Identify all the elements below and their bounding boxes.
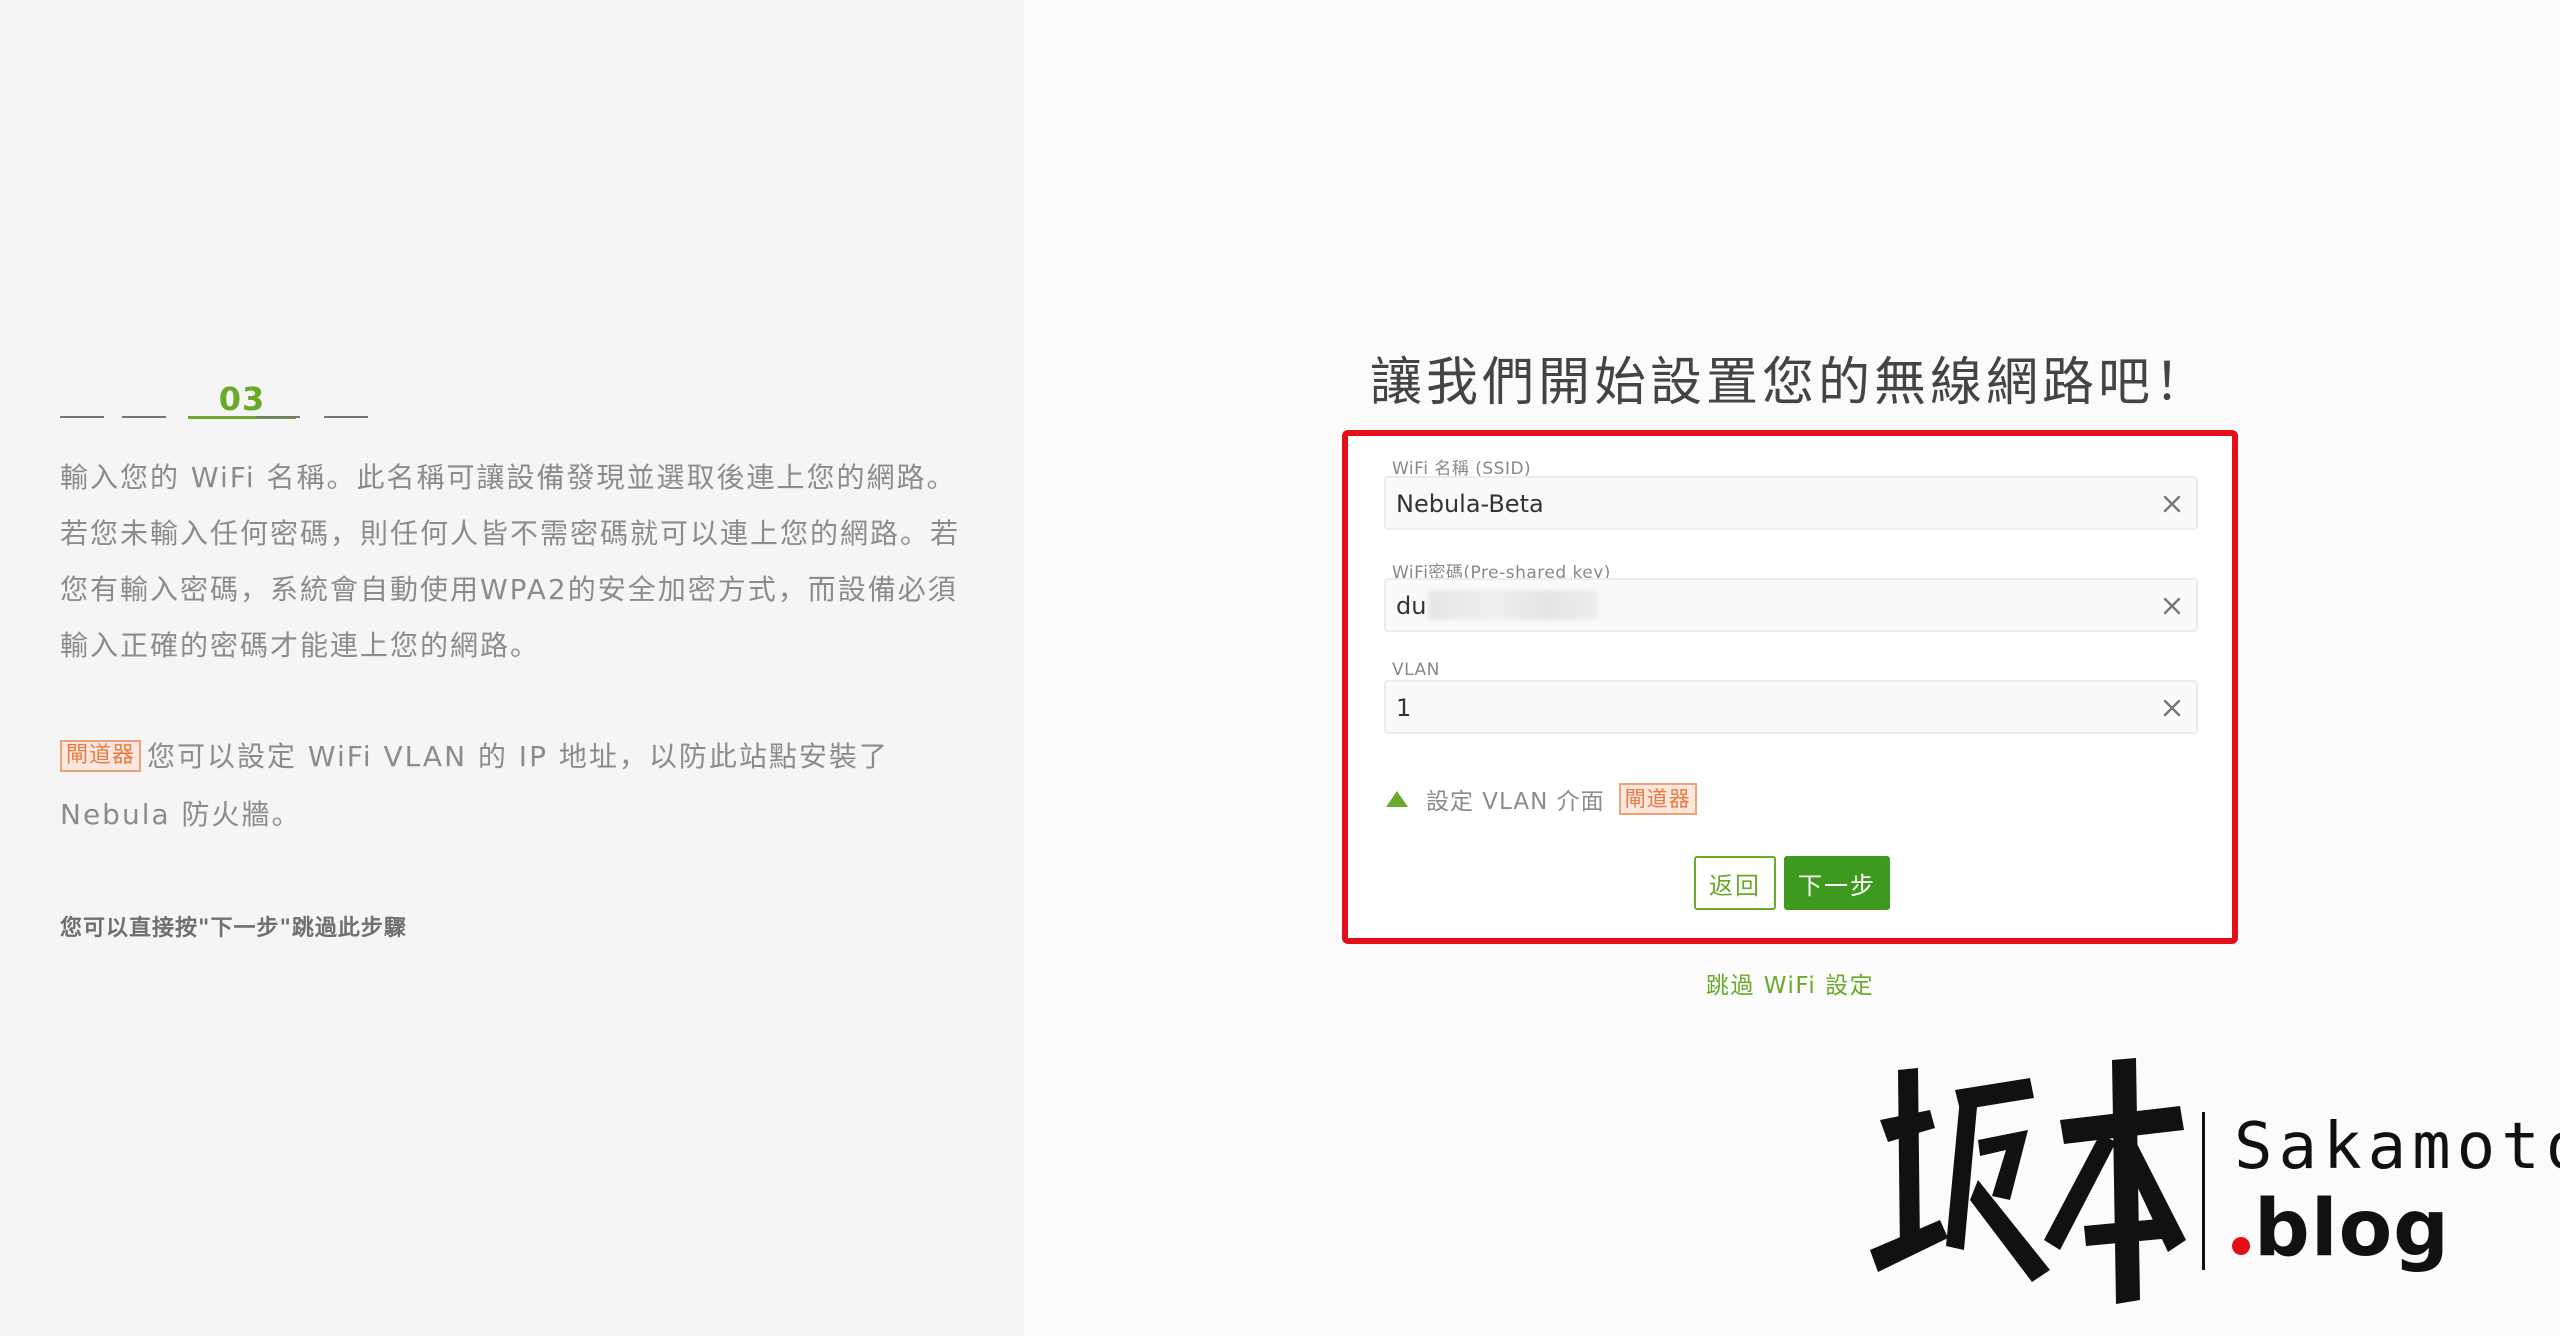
- back-button[interactable]: 返回: [1694, 856, 1776, 910]
- watermark-domain: blog: [2232, 1184, 2450, 1274]
- ssid-input[interactable]: Nebula-Beta: [1384, 476, 2198, 530]
- ssid-value: Nebula-Beta: [1396, 490, 1544, 518]
- gateway-note-text: 您可以設定 WiFi VLAN 的 IP 地址，以防此站點安裝了 Nebula …: [60, 740, 889, 831]
- vlan-toggle-label: 設定 VLAN 介面: [1426, 789, 1605, 815]
- vlan-value: 1: [1396, 694, 1412, 722]
- page-title: 讓我們開始設置您的無線網路吧！: [1369, 353, 2210, 413]
- step-dash-5: [324, 416, 368, 418]
- psk-value: du: [1396, 592, 1427, 620]
- step-dash-2: [122, 416, 166, 418]
- gateway-badge: 閘道器: [1618, 783, 1697, 815]
- vlan-label: VLAN: [1392, 660, 1440, 680]
- step-dash-4: [256, 416, 300, 418]
- psk-input[interactable]: du: [1384, 578, 2198, 632]
- gateway-badge: 閘道器: [60, 740, 142, 772]
- skip-hint: 您可以直接按"下一步"跳過此步驟: [60, 916, 407, 941]
- skip-wifi-link[interactable]: 跳過 WiFi 設定: [1340, 966, 2240, 1000]
- watermark-name: Sakamoto: [2234, 1110, 2560, 1184]
- step-description: 輸入您的 WiFi 名稱。此名稱可讓設備發現並選取後連上您的網路。若您未輸入任何…: [60, 461, 961, 662]
- close-icon[interactable]: [2160, 492, 2184, 516]
- watermark-dot: [2232, 1237, 2250, 1255]
- vlan-interface-toggle[interactable]: 設定 VLAN 介面 閘道器: [1384, 782, 1697, 816]
- step-dash-1: [60, 416, 104, 418]
- step-current: 03: [218, 380, 266, 418]
- gateway-note: 閘道器 您可以設定 WiFi VLAN 的 IP 地址，以防此站點安裝了 Nebu…: [60, 728, 960, 844]
- watermark-divider: [2202, 1112, 2205, 1270]
- watermark-kanji-logo: [1870, 1058, 2186, 1304]
- next-button[interactable]: 下一步: [1784, 856, 1890, 910]
- triangle-up-icon: [1386, 791, 1408, 807]
- close-icon[interactable]: [2160, 594, 2184, 618]
- watermark-domain-text: blog: [2254, 1184, 2450, 1274]
- password-redaction: [1428, 590, 1598, 620]
- close-icon[interactable]: [2160, 696, 2184, 720]
- vlan-input[interactable]: 1: [1384, 680, 2198, 734]
